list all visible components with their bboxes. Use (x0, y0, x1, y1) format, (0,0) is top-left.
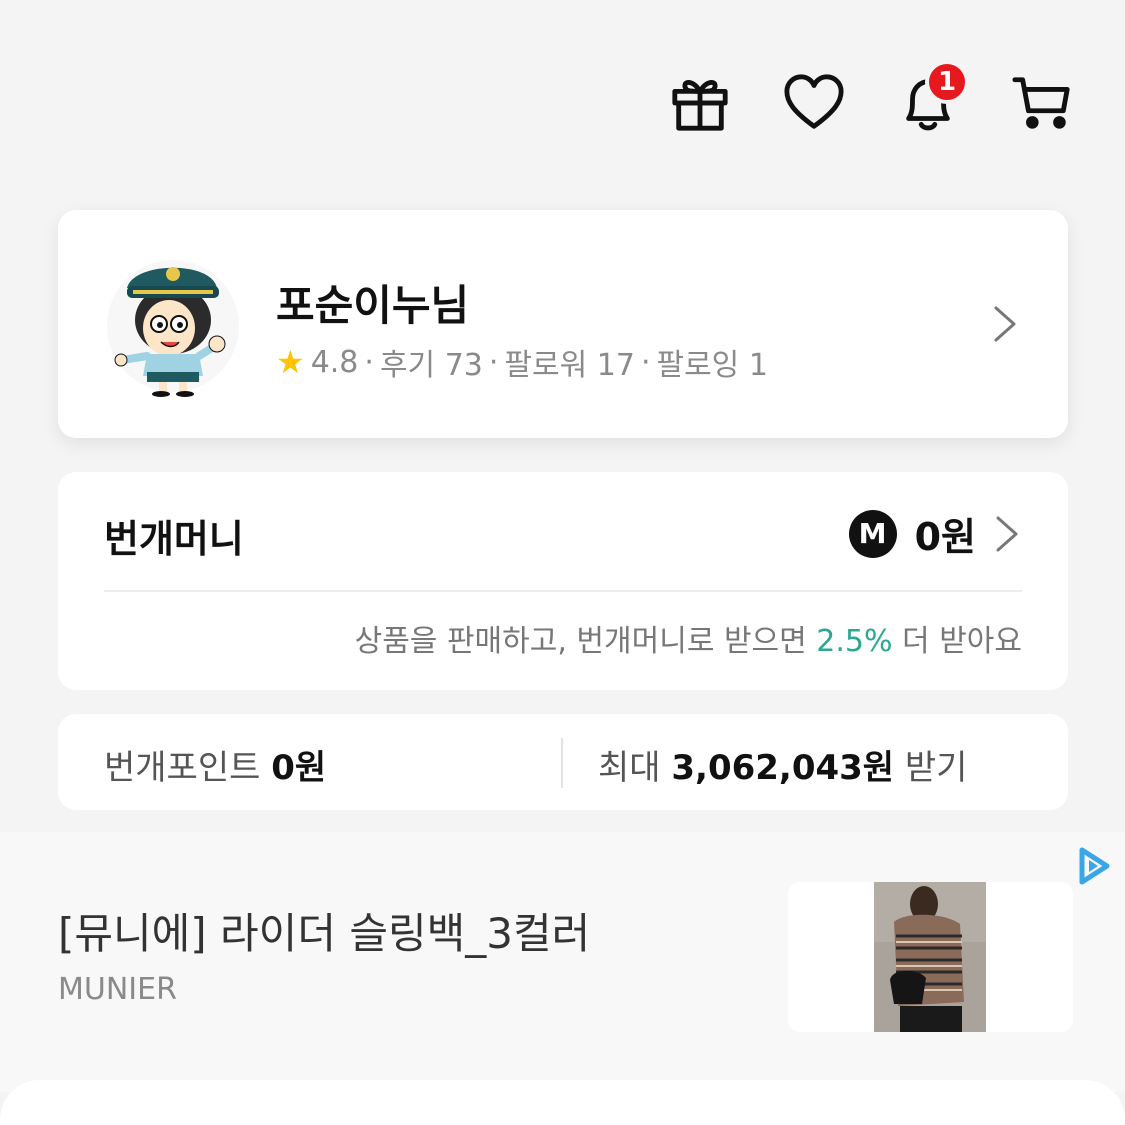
profile-stats: ★ 4.8 · 후기 73 · 팔로워 17 · 팔로잉 1 (276, 340, 768, 384)
divider (104, 590, 1022, 592)
max-amount: 3,062,043원 (671, 748, 895, 788)
points-card: 번개포인트 0원 최대 3,062,043원 받기 (58, 714, 1068, 810)
profile-followers: 팔로워 17 (504, 348, 635, 383)
profile-following: 팔로잉 1 (656, 348, 768, 383)
promo-rate: 2.5% (816, 624, 893, 659)
ad-banner[interactable]: [뮤니에] 라이더 슬링백_3컬러 MUNIER (0, 832, 1125, 1092)
stats-separator: · (488, 344, 499, 380)
gift-icon[interactable] (667, 70, 733, 136)
ad-brand: MUNIER (58, 972, 177, 1007)
chevron-right-icon (996, 516, 1018, 551)
avatar (107, 260, 239, 397)
money-title: 번개머니 (104, 517, 244, 561)
money-balance[interactable]: M 0원 (848, 506, 1020, 561)
star-icon: ★ (276, 343, 305, 381)
money-amount: 0원 (914, 515, 976, 559)
max-suffix: 받기 (904, 748, 968, 788)
promo-prefix: 상품을 판매하고, 번개머니로 받으면 (354, 624, 817, 659)
points-amount: 0원 (271, 748, 327, 788)
stats-separator: · (640, 344, 651, 380)
profile-card[interactable]: 포순이누님 ★ 4.8 · 후기 73 · 팔로워 17 · 팔로잉 1 (58, 210, 1068, 438)
bungae-money-card[interactable]: 번개머니 M 0원 상품을 판매하고, 번개머니로 받으면 2.5% 더 받아요 (58, 472, 1068, 690)
money-m-icon: M (848, 509, 897, 558)
ad-choices-icon[interactable] (1077, 846, 1111, 886)
divider (561, 738, 563, 788)
points-label: 번개포인트 (104, 748, 261, 788)
profile-reviews: 후기 73 (379, 348, 483, 383)
ad-product-photo (874, 882, 986, 1032)
stats-separator: · (364, 344, 374, 380)
profile-name: 포순이누님 (276, 281, 470, 330)
money-promo-text: 상품을 판매하고, 번개머니로 받으면 2.5% 더 받아요 (355, 616, 1022, 660)
heart-icon[interactable] (781, 70, 847, 136)
notification-bell-button[interactable]: 1 (895, 60, 969, 136)
profile-rating: 4.8 (310, 344, 359, 380)
top-icon-bar: 1 (667, 60, 1075, 136)
max-prefix: 최대 (598, 748, 661, 788)
ad-thumbnail (788, 882, 1073, 1032)
my-page-screen: 1 포순이누님 ★ 4.8 · 후기 73 · 팔로워 17 · 팔로잉 1 번… (0, 0, 1125, 1125)
bottom-sheet (0, 1080, 1125, 1125)
cart-icon[interactable] (1009, 70, 1075, 136)
notification-count-badge: 1 (925, 60, 969, 104)
points-max-offer[interactable]: 최대 3,062,043원 받기 (598, 740, 967, 789)
ad-title: [뮤니에] 라이더 슬링백_3컬러 (58, 909, 591, 958)
chevron-right-icon (994, 306, 1016, 342)
promo-suffix: 더 받아요 (892, 624, 1022, 659)
points-balance[interactable]: 번개포인트 0원 (104, 740, 326, 789)
